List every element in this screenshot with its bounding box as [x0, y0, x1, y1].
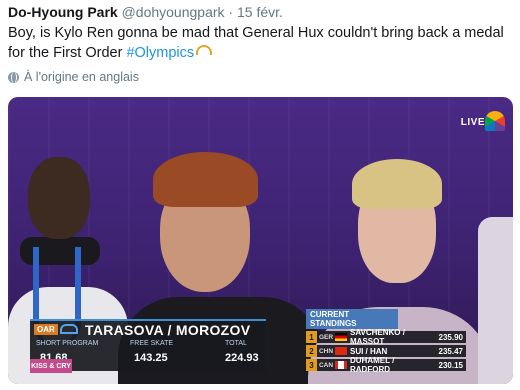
author-name[interactable]: Do-Hyoung Park — [8, 4, 118, 20]
standings-name: SAVCHENKO / MASSOT — [350, 328, 405, 346]
standings-rank: 1 — [306, 331, 317, 343]
olympic-rings-icon — [60, 324, 78, 334]
standings-score: 230.15 — [438, 360, 463, 370]
tweet-header: Do-Hyoung Park @dohyoungpark · 15 févr. — [8, 4, 283, 20]
tweet-text: Boy, is Kylo Ren gonna be mad that Gener… — [8, 23, 513, 63]
person-coach-head — [28, 157, 90, 239]
person-edge — [478, 217, 513, 384]
total-value: 224.93 — [225, 352, 259, 364]
globe-icon — [8, 71, 19, 83]
hashtag-link[interactable]: #Olympics — [126, 45, 194, 61]
tweet-date[interactable]: 15 févr. — [237, 4, 283, 20]
separator: · — [228, 4, 234, 20]
standings-rank: 3 — [306, 359, 317, 371]
person-skater-male-hair — [153, 152, 258, 207]
person-skater-female-hair — [352, 159, 442, 209]
standings-country: GER — [318, 333, 334, 341]
author-handle[interactable]: @dohyoungpark — [122, 4, 225, 20]
standings-rank: 2 — [306, 345, 317, 357]
canada-flag-icon — [335, 361, 347, 369]
china-flag-icon — [335, 347, 347, 355]
tweet-media-video[interactable]: LIVE OAR TARASOVA / MOROZOV SHORT PROGRA… — [8, 97, 513, 384]
standings-name: DUHAMEL / RADFORD — [350, 356, 395, 374]
scoreboard-names: TARASOVA / MOROZOV — [85, 322, 251, 338]
short-program-label: SHORT PROGRAM — [36, 340, 99, 347]
tweet-body: Boy, is Kylo Ren gonna be mad that Gener… — [8, 25, 504, 61]
current-standings: CURRENT STANDINGS 1 GER SAVCHENKO / MASS… — [306, 309, 466, 374]
standings-score: 235.47 — [438, 346, 463, 356]
scoreboard-country: OAR — [34, 324, 58, 335]
total-label: TOTAL — [225, 340, 247, 347]
olympic-rings-icon — [196, 45, 213, 55]
standings-score: 235.90 — [438, 332, 463, 342]
kiss-and-cry-badge: KISS & CRY — [30, 359, 72, 373]
standings-country: CAN — [318, 361, 334, 369]
translation-label: À l'origine en anglais — [24, 70, 139, 84]
nbc-peacock-icon — [485, 111, 505, 131]
standings-row: 1 GER SAVCHENKO / MASSOT 235.90 — [306, 328, 466, 346]
free-skate-value: 143.25 — [134, 352, 168, 364]
translation-note[interactable]: À l'origine en anglais — [8, 70, 139, 84]
live-label: LIVE — [460, 117, 485, 128]
standings-row: 3 CAN DUHAMEL / RADFORD 230.15 — [306, 356, 466, 374]
free-skate-label: FREE SKATE — [130, 340, 174, 347]
germany-flag-icon — [335, 333, 347, 341]
standings-name: SUI / HAN — [350, 346, 388, 356]
standings-title: CURRENT STANDINGS — [306, 309, 398, 329]
standings-country: CHN — [318, 347, 334, 355]
